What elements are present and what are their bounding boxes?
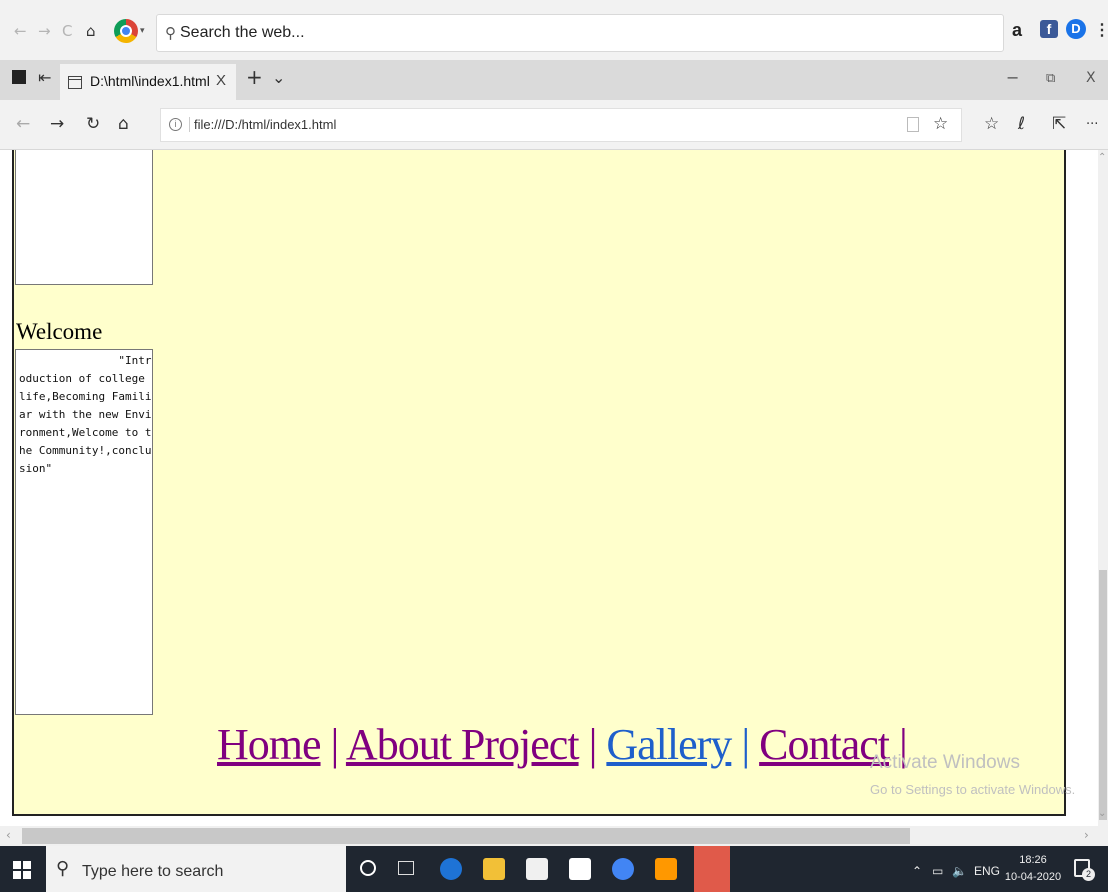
taskbar-search-placeholder: Type here to search <box>82 863 224 880</box>
notification-count: 2 <box>1082 868 1095 881</box>
sublime-text-icon[interactable] <box>655 858 677 880</box>
notification-icon[interactable]: 2 <box>1074 859 1095 881</box>
file-explorer-icon[interactable] <box>483 858 505 880</box>
clock-time: 18:26 <box>1019 854 1047 866</box>
tray-chevron-icon[interactable]: ⌃ <box>912 864 922 878</box>
nav-link-gallery[interactable]: Gallery <box>606 720 732 769</box>
tab-index1[interactable]: D:\html\index1.html X <box>60 64 236 100</box>
taskbar: ⚲ Type here to search ⌃ ▭ 🔈 ENG 18:26 10… <box>0 846 1108 892</box>
outer-menu-icon[interactable]: ⋮ <box>1094 20 1108 40</box>
pen-icon[interactable]: ℓ <box>1018 114 1025 134</box>
outer-back-icon[interactable]: ← <box>14 22 27 40</box>
outer-home-icon[interactable]: ⌂ <box>86 22 96 40</box>
clock-date: 10-04-2020 <box>1004 871 1062 883</box>
reading-view-icon[interactable] <box>907 117 919 132</box>
nav-sep-2: | <box>588 720 598 769</box>
address-toolbar: ← → ↻ ⌂ i file:///D:/html/index1.html ☆ … <box>0 100 1108 150</box>
outer-reload-icon[interactable]: C <box>62 22 72 40</box>
edge-taskbar-icon[interactable] <box>440 858 462 880</box>
welcome-heading: Welcome <box>16 319 103 344</box>
tab-title: D:\html\index1.html <box>90 73 210 89</box>
facebook-extension-icon[interactable]: f <box>1040 20 1058 38</box>
amazon-extension-icon[interactable]: a <box>1012 20 1022 41</box>
language-indicator[interactable]: ENG <box>974 864 1000 878</box>
system-clock[interactable]: 18:26 10-04-2020 <box>1000 852 1066 886</box>
outer-search-placeholder: Search the web... <box>180 24 305 41</box>
horizontal-scroll-thumb[interactable] <box>22 828 910 844</box>
chrome-logo-icon[interactable] <box>114 19 138 43</box>
windows-start-icon[interactable] <box>13 861 31 879</box>
back-icon[interactable]: ← <box>16 114 30 134</box>
intro-textarea[interactable]: "Introduction of college life,Becoming F… <box>15 349 153 715</box>
tab-bar: ⇤ D:\html\index1.html X + ⌄ − ⧉ X <box>0 60 1108 100</box>
forward-icon[interactable]: → <box>50 114 64 134</box>
search-icon: ⚲ <box>165 25 176 42</box>
mail-icon[interactable] <box>569 858 591 880</box>
volume-icon[interactable]: 🔈 <box>952 864 967 878</box>
outer-browser-toolbar: ← → C ⌂ ▾ ⚲ Search the web... a f D ⋮ <box>0 0 1108 60</box>
tab-preview-icon[interactable] <box>12 70 26 84</box>
favorite-star-icon[interactable]: ☆ <box>933 114 948 134</box>
minimize-icon[interactable]: − <box>1006 68 1019 87</box>
tab-close-icon[interactable]: X <box>216 72 226 89</box>
extension-d-icon[interactable]: D <box>1066 19 1086 39</box>
window-close-icon[interactable]: X <box>1086 70 1096 86</box>
scroll-up-icon[interactable]: ⌃ <box>1098 152 1106 163</box>
scroll-right-icon[interactable]: › <box>1084 828 1089 842</box>
restore-icon[interactable]: ⧉ <box>1046 71 1055 86</box>
activate-windows-watermark: Activate Windows Go to Settings to activ… <box>870 752 1075 797</box>
scroll-left-icon[interactable]: ‹ <box>6 828 11 842</box>
watermark-line2: Go to Settings to activate Windows. <box>870 782 1076 797</box>
vertical-scrollbar[interactable]: ⌃ ⌄ <box>1098 150 1108 826</box>
vertical-scroll-thumb[interactable] <box>1099 570 1107 820</box>
outer-forward-icon[interactable]: → <box>38 22 51 40</box>
sidebar-box-top <box>15 150 153 285</box>
page-viewport[interactable]: Welcome "Introduction of college life,Be… <box>0 150 1098 826</box>
more-icon[interactable]: ··· <box>1086 117 1098 132</box>
chrome-taskbar-icon[interactable] <box>612 858 634 880</box>
intro-text: "Introduction of college life,Becoming F… <box>19 354 152 475</box>
page-icon <box>68 76 82 89</box>
url-text: file:///D:/html/index1.html <box>189 117 336 132</box>
chrome-menu-caret-icon[interactable]: ▾ <box>140 26 145 36</box>
share-icon[interactable]: ⇱ <box>1052 114 1066 134</box>
favorites-list-icon[interactable]: ☆ <box>984 114 999 134</box>
new-tab-icon[interactable]: + <box>246 65 263 89</box>
store-icon[interactable] <box>526 858 548 880</box>
tab-list-chevron-icon[interactable]: ⌄ <box>272 68 285 87</box>
task-view-icon[interactable] <box>398 861 414 875</box>
active-app-icon[interactable] <box>694 846 730 892</box>
home-icon[interactable]: ⌂ <box>118 114 129 134</box>
nav-sep-1: | <box>330 720 340 769</box>
taskbar-search-icon: ⚲ <box>56 858 70 878</box>
scroll-down-icon[interactable]: ⌄ <box>1098 808 1106 819</box>
outer-search-field[interactable]: ⚲ Search the web... <box>156 14 1004 52</box>
footer-nav: Home | About Project | Gallery | Contact… <box>217 719 908 770</box>
horizontal-scrollbar[interactable]: ‹ › <box>0 826 1108 846</box>
set-aside-tabs-icon[interactable]: ⇤ <box>38 68 51 87</box>
address-field[interactable]: i file:///D:/html/index1.html ☆ <box>160 108 962 142</box>
refresh-icon[interactable]: ↻ <box>86 114 100 134</box>
battery-icon[interactable]: ▭ <box>932 864 943 878</box>
cortana-icon[interactable] <box>360 860 376 876</box>
info-icon[interactable]: i <box>169 118 182 131</box>
nav-sep-3: | <box>741 720 750 769</box>
nav-link-home[interactable]: Home <box>217 720 322 769</box>
nav-link-about[interactable]: About Project <box>346 720 580 769</box>
watermark-line1: Activate Windows <box>870 752 1020 773</box>
taskbar-search[interactable]: ⚲ Type here to search <box>46 846 346 892</box>
page-frame: Welcome "Introduction of college life,Be… <box>12 150 1075 816</box>
